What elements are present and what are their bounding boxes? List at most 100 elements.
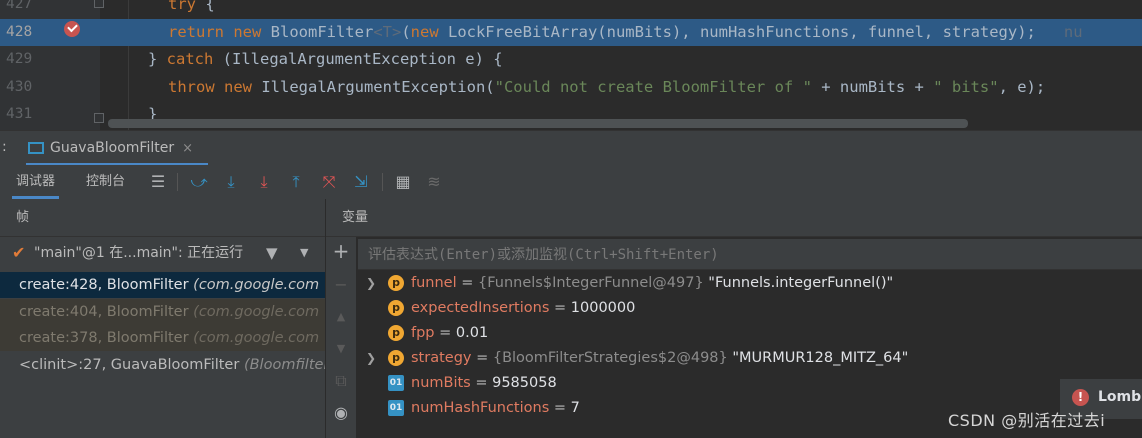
code-text: throw new IllegalArgumentException("Coul… (168, 74, 1045, 101)
tab-label: GuavaBloomFilter (50, 140, 175, 156)
layout-menu-icon[interactable]: ☰ (147, 171, 169, 193)
line-number: 429 (6, 51, 33, 67)
frame-package: (com.google.com (193, 303, 320, 320)
variable-text: numHashFunctions = 7 (411, 396, 580, 421)
code-token: , e); (998, 77, 1046, 96)
stack-frame[interactable]: create:404, BloomFilter (com.google.com (0, 298, 325, 325)
frames-panel: ✔ "main"@1 在...main": 正在运行 ▼ ▼ create:42… (0, 237, 325, 438)
equals-sign: = (549, 400, 571, 416)
debugger-toolbar: 调试器 控制台 ☰ ⤻ ⤓ ⤓ ⤒ ⤧ ⇲ ▦ ≋ (0, 165, 1142, 200)
variable-name: fpp (411, 325, 435, 341)
variable-value: "MURMUR128_MITZ_64" (727, 350, 909, 366)
drop-frame-icon[interactable]: ⤧ (318, 171, 340, 193)
variable-row[interactable]: p expectedInsertions = 1000000 (358, 296, 1142, 321)
notification-label: Lomb (1098, 389, 1142, 405)
expand-chevron-icon[interactable]: ❯ (366, 346, 376, 371)
expand-chevron-icon[interactable]: ❯ (366, 271, 376, 296)
variable-type: {BloomFilterStrategies$2@498} (492, 350, 728, 366)
line-number: 428 (6, 23, 33, 40)
code-line[interactable]: 429 } catch (IllegalArgumentException e) … (0, 46, 1142, 73)
line-number: 427 (6, 0, 33, 12)
close-tab-icon[interactable]: × (182, 141, 193, 156)
frame-label: <clinit>:27, GuavaBloomFilter (Bloomfilt… (19, 352, 325, 378)
equals-sign: = (434, 325, 456, 341)
code-token: IllegalArgumentException( (261, 77, 495, 96)
view-options-icon[interactable]: ◉ (331, 403, 351, 423)
code-token: ( (401, 22, 411, 41)
equals-sign: = (549, 300, 571, 316)
error-icon: ! (1072, 389, 1089, 406)
variable-text: expectedInsertions = 1000000 (411, 296, 635, 321)
frame-label: create:404, BloomFilter (com.google.com (19, 299, 319, 325)
code-line[interactable]: 427 try { (0, 0, 1142, 18)
duplicate-watch-icon[interactable]: ⧉ (331, 371, 351, 391)
remove-watch-icon[interactable]: − (331, 275, 351, 295)
code-token: (IllegalArgumentException e) { (222, 50, 503, 68)
trace-current-stream-icon[interactable]: ≋ (423, 171, 445, 193)
evaluate-expression-icon[interactable]: ▦ (392, 171, 414, 193)
code-text: } catch (IllegalArgumentException e) { (148, 46, 503, 73)
variables-side-toolbar: + − ▲ ▼ ⧉ ◉ (326, 237, 356, 438)
parameter-icon: p (388, 300, 404, 316)
line-number: 430 (6, 78, 33, 95)
thread-selector[interactable]: ✔ "main"@1 在...main": 正在运行 ▼ ▼ (0, 237, 325, 269)
toolbar-separator (177, 173, 178, 191)
frames-title: 帧 (16, 210, 30, 225)
code-token: "Could not create BloomFilter of " (494, 77, 812, 96)
variable-row[interactable]: ❯ p funnel = {Funnels$IntegerFunnel@497} "… (358, 271, 1142, 296)
run-config-icon (28, 142, 44, 154)
frame-package: (com.google.com (193, 277, 320, 293)
move-up-icon[interactable]: ▲ (331, 307, 351, 327)
filter-icon[interactable]: ▼ (266, 237, 278, 269)
stack-frame[interactable]: create:428, BloomFilter (com.google.com (0, 272, 325, 298)
code-token: LockFreeBitArray(numBits), numHashFuncti… (447, 22, 1036, 41)
variable-row[interactable]: p fpp = 0.01 (358, 321, 1142, 346)
step-out-icon[interactable]: ⤒ (285, 171, 307, 193)
frame-package: (Bloomfilter (243, 356, 325, 373)
parameter-icon: p (388, 350, 404, 366)
add-watch-icon[interactable]: + (331, 241, 351, 261)
fold-marker-icon[interactable] (94, 0, 104, 8)
code-token: { (196, 0, 215, 13)
code-text: return new BloomFilter<T>(new LockFreeBi… (168, 19, 1083, 46)
code-text: try { (168, 0, 215, 18)
code-token: return new (168, 22, 271, 41)
toolbar-separator (382, 173, 383, 191)
debug-tool-window-header: : GuavaBloomFilter × (0, 130, 1142, 166)
field-icon: 01 (388, 400, 404, 416)
frame-method: create:404, BloomFilter (19, 303, 194, 320)
evaluate-expression-input[interactable] (366, 242, 1130, 268)
chevron-down-icon[interactable]: ▼ (300, 237, 308, 269)
variables-panel-header: 变量 (326, 199, 1142, 237)
show-execution-point-icon[interactable]: ⤻ (188, 171, 210, 193)
variable-name: expectedInsertions (411, 300, 550, 316)
horizontal-scrollbar[interactable] (108, 119, 968, 128)
equals-sign: = (470, 375, 493, 391)
tab-console[interactable]: 控制台 (86, 165, 125, 199)
variable-name: numHashFunctions (411, 400, 550, 416)
stack-frame[interactable]: <clinit>:27, GuavaBloomFilter (Bloomfilt… (0, 352, 325, 378)
stack-frame[interactable]: create:378, BloomFilter (com.google.com (0, 325, 325, 351)
tab-guava-bloom-filter[interactable]: GuavaBloomFilter × (28, 131, 193, 166)
equals-sign: = (471, 350, 493, 366)
tab-debugger[interactable]: 调试器 (11, 165, 60, 199)
step-over-icon[interactable]: ⤓ (220, 171, 242, 193)
code-line[interactable]: 430 throw new IllegalArgumentException("C… (0, 74, 1142, 101)
variable-row[interactable]: ❯ p strategy = {BloomFilterStrategies$2@49… (358, 346, 1142, 371)
step-into-icon[interactable]: ⤓ (253, 171, 275, 193)
variable-value: 7 (570, 400, 580, 416)
code-line-current[interactable]: 428 return new BloomFilter<T>(new LockFre… (0, 18, 1142, 46)
frame-label: create:378, BloomFilter (com.google.com (19, 325, 319, 351)
variable-text: funnel = {Funnels$IntegerFunnel@497} "Fu… (411, 271, 893, 296)
variable-value: 9585058 (492, 375, 557, 391)
code-editor[interactable]: 427 try {428 return new BloomFilter<T>(new… (0, 0, 1142, 130)
code-token: nu (1035, 22, 1083, 41)
breakpoint-icon[interactable] (64, 21, 80, 37)
variable-row[interactable]: 01 numBits = 9585058 (358, 371, 1142, 396)
fold-marker-icon[interactable] (94, 113, 104, 123)
equals-sign: = (456, 275, 478, 291)
run-to-cursor-icon[interactable]: ⇲ (350, 171, 372, 193)
move-down-icon[interactable]: ▼ (331, 339, 351, 359)
variable-name: funnel (411, 275, 457, 291)
code-token: try (168, 0, 196, 13)
